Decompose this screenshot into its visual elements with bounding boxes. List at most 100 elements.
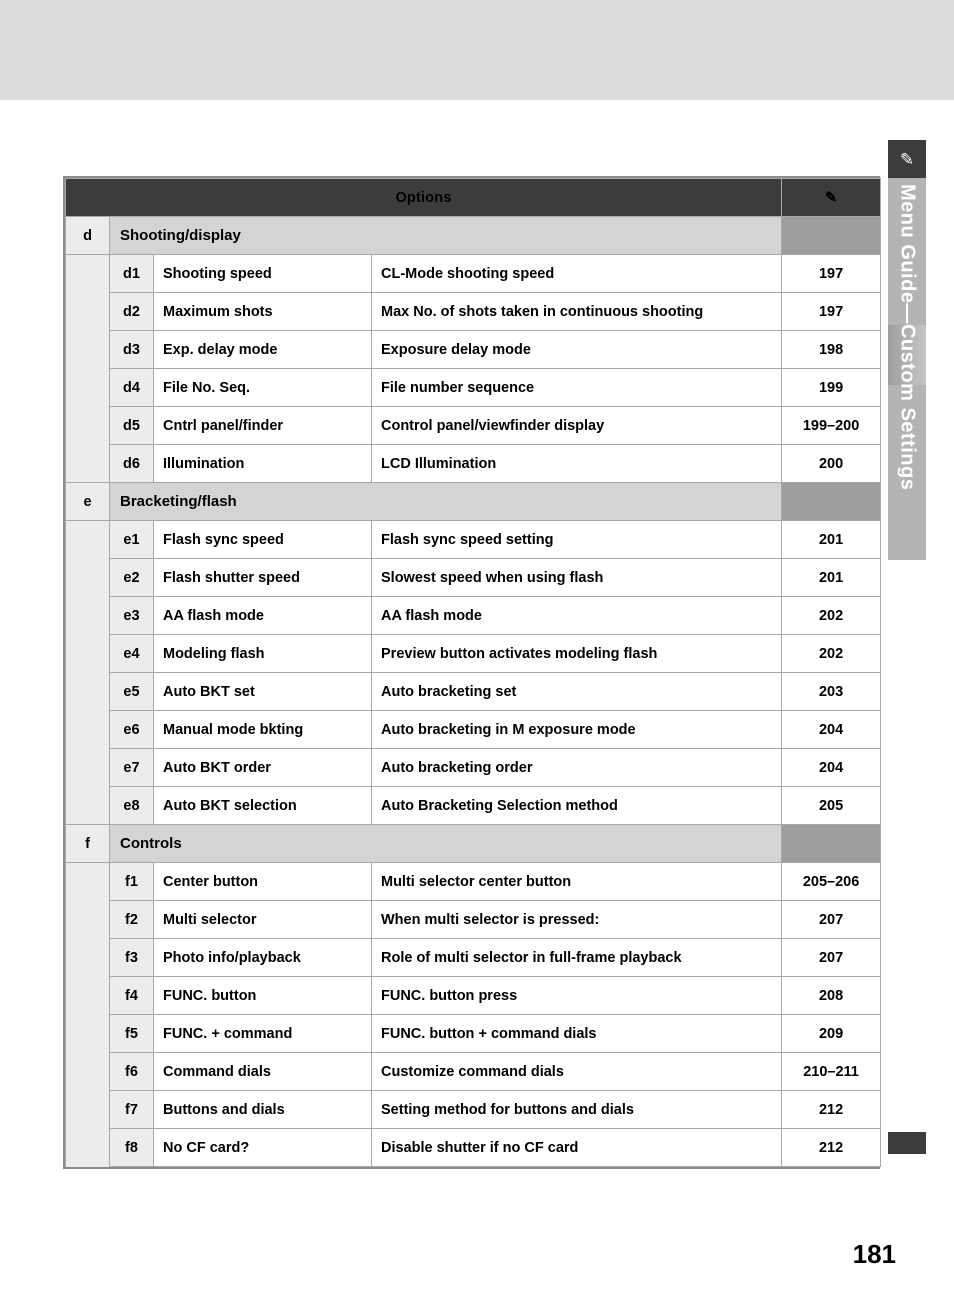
- setting-page-ref: 200: [781, 444, 882, 483]
- setting-description: Role of multi selector in full-frame pla…: [370, 938, 783, 977]
- table-row: e1 Flash sync speed Flash sync speed setti…: [65, 520, 882, 559]
- row-indent-cell: [65, 292, 110, 331]
- setting-description: Control panel/viewfinder display: [370, 406, 783, 445]
- row-indent-cell: [65, 368, 110, 407]
- setting-description: CL-Mode shooting speed: [370, 254, 783, 293]
- table: Options ✎ d Shooting/display d1 Shooting spee…: [64, 178, 882, 1167]
- group-page-filler: [781, 216, 882, 255]
- setting-page-ref: 202: [781, 596, 882, 635]
- setting-description: Disable shutter if no CF card: [370, 1128, 783, 1167]
- side-tab-label-text: Menu Guide—Custom Settings: [896, 184, 919, 491]
- row-indent-cell: [65, 1128, 110, 1167]
- setting-code: e2: [109, 558, 154, 597]
- group-letter: d: [65, 216, 110, 255]
- setting-code: f8: [109, 1128, 154, 1167]
- group-page-filler: [781, 824, 882, 863]
- setting-name: Auto BKT set: [153, 672, 372, 711]
- setting-name: Illumination: [153, 444, 372, 483]
- setting-page-ref: 207: [781, 938, 882, 977]
- setting-code: f5: [109, 1014, 154, 1053]
- setting-description: Auto Bracketing Selection method: [370, 786, 783, 825]
- setting-description: Exposure delay mode: [370, 330, 783, 369]
- setting-description: Auto bracketing in M exposure mode: [370, 710, 783, 749]
- setting-code: f2: [109, 900, 154, 939]
- group-letter: f: [65, 824, 110, 863]
- setting-code: e8: [109, 786, 154, 825]
- setting-description: When multi selector is pressed:: [370, 900, 783, 939]
- setting-code: e7: [109, 748, 154, 787]
- setting-page-ref: 201: [781, 520, 882, 559]
- side-tab-icon-block: ✎: [888, 140, 926, 178]
- setting-name: Buttons and dials: [153, 1090, 372, 1129]
- setting-page-ref: 212: [781, 1090, 882, 1129]
- row-indent-cell: [65, 1090, 110, 1129]
- row-indent-cell: [65, 900, 110, 939]
- setting-code: e6: [109, 710, 154, 749]
- table-row: e3 AA flash mode AA flash mode 202: [65, 596, 882, 635]
- table-row: d5 Cntrl panel/finder Control panel/viewfi…: [65, 406, 882, 445]
- table-row: e4 Modeling flash Preview button activates…: [65, 634, 882, 673]
- setting-code: d1: [109, 254, 154, 293]
- setting-page-ref: 204: [781, 748, 882, 787]
- setting-name: Command dials: [153, 1052, 372, 1091]
- table-row: e6 Manual mode bkting Auto bracketing in M…: [65, 710, 882, 749]
- setting-code: e5: [109, 672, 154, 711]
- setting-name: FUNC. + command: [153, 1014, 372, 1053]
- table-row: d2 Maximum shots Max No. of shots taken in…: [65, 292, 882, 331]
- side-bottom-marker: [888, 1132, 926, 1154]
- setting-name: Flash sync speed: [153, 520, 372, 559]
- setting-description: Flash sync speed setting: [370, 520, 783, 559]
- group-header-row: e Bracketing/flash: [65, 482, 882, 521]
- setting-name: Multi selector: [153, 900, 372, 939]
- row-indent-cell: [65, 406, 110, 445]
- row-indent-cell: [65, 976, 110, 1015]
- row-indent-cell: [65, 444, 110, 483]
- setting-name: Photo info/playback: [153, 938, 372, 977]
- page-top-band: [0, 0, 954, 100]
- pencil-icon: ✎: [781, 178, 882, 217]
- setting-description: Max No. of shots taken in continuous sho…: [370, 292, 783, 331]
- row-indent-cell: [65, 1014, 110, 1053]
- table-row: f2 Multi selector When multi selector is p…: [65, 900, 882, 939]
- setting-code: e4: [109, 634, 154, 673]
- group-header-row: f Controls: [65, 824, 882, 863]
- custom-settings-table: Options ✎ d Shooting/display d1 Shooting spee…: [63, 176, 882, 1169]
- row-indent-cell: [65, 634, 110, 673]
- setting-page-ref: 204: [781, 710, 882, 749]
- setting-name: Flash shutter speed: [153, 558, 372, 597]
- setting-name: FUNC. button: [153, 976, 372, 1015]
- table-body: Options ✎ d Shooting/display d1 Shooting spee…: [64, 178, 882, 1167]
- setting-code: d5: [109, 406, 154, 445]
- setting-page-ref: 208: [781, 976, 882, 1015]
- table-row: f7 Buttons and dials Setting method for bu…: [65, 1090, 882, 1129]
- setting-description: AA flash mode: [370, 596, 783, 635]
- setting-page-ref: 202: [781, 634, 882, 673]
- row-indent-cell: [65, 710, 110, 749]
- row-indent-cell: [65, 748, 110, 787]
- setting-code: f7: [109, 1090, 154, 1129]
- row-indent-cell: [65, 672, 110, 711]
- group-title: Bracketing/flash: [108, 482, 783, 521]
- setting-page-ref: 209: [781, 1014, 882, 1053]
- setting-name: AA flash mode: [153, 596, 372, 635]
- setting-description: FUNC. button press: [370, 976, 783, 1015]
- table-row: e7 Auto BKT order Auto bracketing order 204: [65, 748, 882, 787]
- setting-code: d6: [109, 444, 154, 483]
- setting-description: Customize command dials: [370, 1052, 783, 1091]
- table-row: f3 Photo info/playback Role of multi selec…: [65, 938, 882, 977]
- table-row: d1 Shooting speed CL-Mode shooting speed 19…: [65, 254, 882, 293]
- setting-code: f6: [109, 1052, 154, 1091]
- row-indent-cell: [65, 596, 110, 635]
- setting-page-ref: 201: [781, 558, 882, 597]
- group-page-filler: [781, 482, 882, 521]
- setting-name: Auto BKT selection: [153, 786, 372, 825]
- row-indent-cell: [65, 520, 110, 559]
- row-indent-cell: [65, 1052, 110, 1091]
- setting-name: File No. Seq.: [153, 368, 372, 407]
- setting-code: d3: [109, 330, 154, 369]
- setting-description: LCD Illumination: [370, 444, 783, 483]
- setting-code: f1: [109, 862, 154, 901]
- setting-code: f3: [109, 938, 154, 977]
- row-indent-cell: [65, 786, 110, 825]
- setting-page-ref: 210–211: [781, 1052, 882, 1091]
